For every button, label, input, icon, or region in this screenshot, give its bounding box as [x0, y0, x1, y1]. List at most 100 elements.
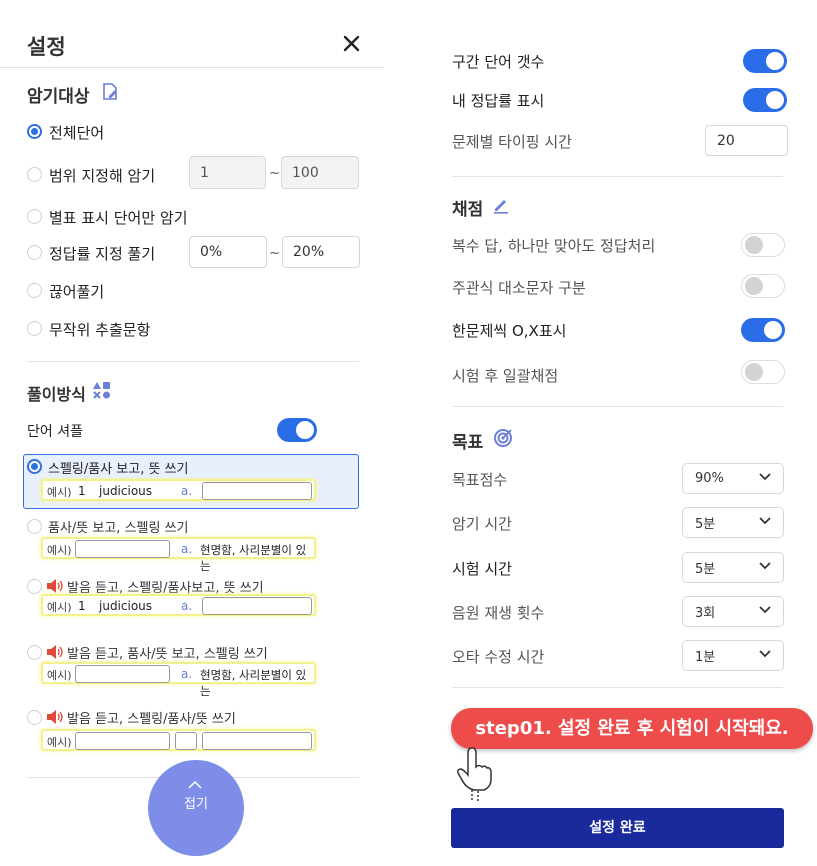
radio-accuracy[interactable] [27, 245, 42, 260]
pointing-hand-icon [457, 747, 492, 801]
example-meaning: 현명함, 사리분별이 있는 [200, 668, 307, 698]
pencil-icon [494, 200, 508, 214]
audio-icon [47, 710, 63, 724]
option-label: 별표 표시 단어만 암기 [49, 209, 188, 227]
example-box: 예시) [41, 729, 316, 751]
radio-random[interactable] [27, 321, 42, 336]
audio-icon [47, 579, 63, 593]
goal-score-select[interactable]: 90% [682, 463, 784, 494]
example-box: 예시) 1 judicious a. [41, 594, 316, 616]
example-spelling-input [75, 732, 170, 750]
radio-method-2[interactable] [27, 519, 42, 534]
accuracy-display-toggle[interactable] [743, 88, 787, 112]
example-prefix: 예시) [47, 544, 72, 557]
radio-method-3[interactable] [27, 579, 42, 594]
section-divider [27, 361, 359, 362]
toggle-knob [745, 236, 763, 254]
accuracy-separator: ~ [269, 246, 280, 261]
chevron-down-icon [759, 650, 771, 658]
audio-repeat-select[interactable]: 3회 [682, 596, 784, 627]
example-spelling-input [75, 665, 170, 683]
radio-all[interactable] [27, 124, 42, 139]
example-pos: a. [181, 542, 193, 556]
chevron-down-icon [759, 517, 771, 525]
example-meaning: 현명함, 사리분별이 있는 [200, 543, 307, 573]
option-label: 범위 지정해 암기 [49, 167, 156, 185]
radio-chunk[interactable] [27, 283, 42, 298]
setting-label: 내 정답률 표시 [452, 92, 545, 110]
example-spelling-input [75, 540, 170, 558]
chevron-down-icon [759, 473, 771, 481]
setting-label: 구간 단어 갯수 [452, 53, 545, 71]
setting-label: 주관식 대소문자 구분 [452, 279, 586, 297]
toggle-knob [745, 363, 763, 381]
batch-grading-toggle[interactable] [741, 360, 785, 384]
goal-label: 오타 수정 시간 [452, 648, 545, 666]
accuracy-to-input[interactable]: 20% [282, 236, 360, 268]
section-title-method: 풀이방식 [27, 385, 86, 404]
test-time-select[interactable]: 5분 [682, 552, 784, 583]
step-tooltip: step01. 설정 완료 후 시험이 시작돼요. [451, 708, 813, 749]
collapse-button[interactable]: 접기 [148, 760, 244, 856]
example-prefix: 예시) [47, 736, 72, 749]
range-separator: ~ [269, 166, 280, 181]
example-box: 예시) a. 현명함, 사리분별이 있는 [41, 662, 316, 698]
example-pos-input [175, 732, 197, 750]
section-title-grading: 채점 [452, 200, 484, 220]
section-title-goal: 목표 [452, 433, 484, 453]
select-value: 5분 [695, 562, 716, 577]
range-from-input[interactable]: 1 [189, 156, 266, 189]
collapse-label: 접기 [184, 797, 208, 812]
target-icon [494, 429, 512, 447]
typing-time-input[interactable]: 20 [705, 125, 788, 156]
typo-fix-time-select[interactable]: 1분 [682, 640, 784, 671]
example-meaning-input [202, 732, 312, 750]
chevron-up-icon [188, 780, 202, 789]
setting-label: 문제별 타이핑 시간 [452, 133, 572, 151]
setting-label: 한문제씩 O,X표시 [452, 322, 567, 340]
shuffle-toggle[interactable] [277, 418, 317, 442]
toggle-knob [745, 277, 763, 295]
close-icon[interactable] [343, 35, 360, 52]
example-answer-input [202, 597, 312, 615]
section-divider [452, 687, 783, 688]
example-box: 예시) a. 현명함, 사리분별이 있는 [41, 537, 316, 573]
example-pos: a. [181, 484, 193, 498]
radio-method-5[interactable] [27, 710, 42, 725]
example-pos: a. [181, 667, 193, 681]
example-prefix: 예시) [47, 601, 72, 614]
goal-label: 음원 재생 횟수 [452, 604, 545, 622]
select-value: 1분 [695, 650, 716, 665]
range-to-input[interactable]: 100 [281, 156, 359, 189]
radio-method-4[interactable] [27, 645, 42, 660]
multi-answer-toggle[interactable] [741, 233, 785, 257]
example-number: 1 [78, 599, 86, 613]
option-label: 스펠링/품사 보고, 뜻 쓰기 [48, 462, 189, 477]
example-number: 1 [78, 484, 86, 498]
select-value: 5분 [695, 517, 716, 532]
submit-settings-button[interactable]: 설정 완료 [451, 808, 784, 848]
radio-starred[interactable] [27, 209, 42, 224]
page-title: 설정 [27, 35, 66, 59]
toggle-knob [766, 91, 784, 109]
memorize-time-select[interactable]: 5분 [682, 507, 784, 538]
radio-range[interactable] [27, 167, 42, 182]
shapes-icon [93, 382, 110, 399]
example-prefix: 예시) [47, 669, 72, 682]
example-pos: a. [181, 599, 193, 613]
option-label: 발음 듣고, 스펠링/품사/뜻 쓰기 [67, 712, 236, 727]
accuracy-from-input[interactable]: 0% [189, 236, 267, 268]
select-value: 90% [695, 471, 724, 486]
chevron-down-icon [759, 562, 771, 570]
section-count-toggle[interactable] [743, 49, 787, 73]
toggle-knob [766, 52, 784, 70]
ox-display-toggle[interactable] [741, 318, 785, 342]
case-sensitive-toggle[interactable] [741, 274, 785, 298]
example-word: judicious [99, 599, 153, 613]
chevron-down-icon [759, 606, 771, 614]
radio-method-1[interactable] [27, 459, 42, 474]
example-prefix: 예시) [47, 486, 72, 499]
option-label: 전체단어 [49, 124, 105, 142]
example-word: judicious [99, 484, 153, 498]
section-divider [452, 176, 783, 177]
